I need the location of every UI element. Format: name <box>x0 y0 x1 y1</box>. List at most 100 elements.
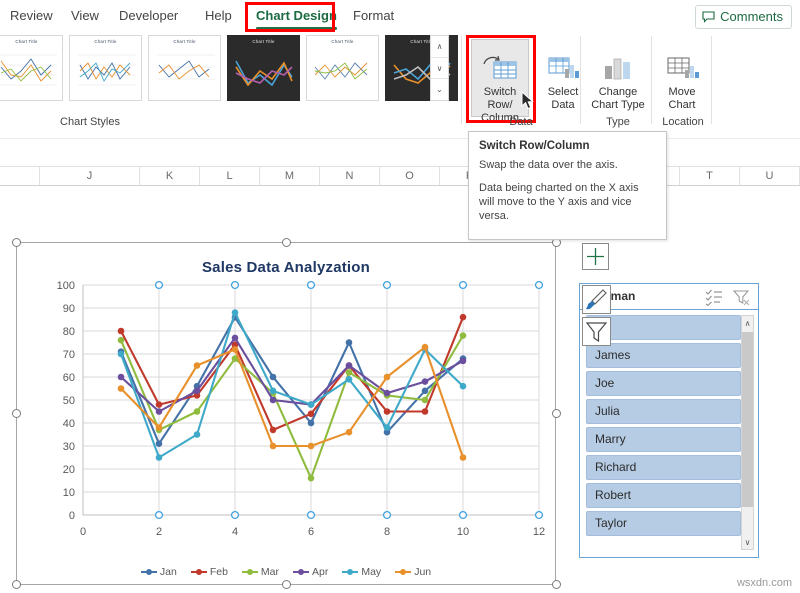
chart-handle-middle-right[interactable] <box>552 409 561 418</box>
legend-swatch <box>293 571 309 573</box>
svg-text:50: 50 <box>63 395 75 407</box>
chart-filters-button[interactable] <box>582 317 611 346</box>
column-header-n[interactable]: N <box>320 167 380 185</box>
list-item[interactable]: Joe <box>586 371 741 396</box>
chart-style-thumbnail[interactable]: Chart Title <box>69 35 142 101</box>
thumb-preview-chart <box>70 45 141 95</box>
clear-filter-icon[interactable] <box>732 288 750 306</box>
legend-item-jun[interactable]: Jun <box>395 566 431 578</box>
chart-style-thumbnail[interactable]: Chart Title <box>148 35 221 101</box>
legend-label: Jun <box>414 566 431 578</box>
tab-label: Developer <box>119 8 178 23</box>
chart-design-tab-highlight <box>245 2 335 32</box>
scroll-up-arrow-icon[interactable]: ∧ <box>742 316 753 330</box>
chart-style-thumbnail[interactable]: Chart Title <box>0 35 63 101</box>
svg-text:0: 0 <box>69 510 75 522</box>
column-header-m[interactable]: M <box>260 167 320 185</box>
chart-styles-gallery[interactable]: Chart Title Chart Title <box>0 35 425 105</box>
tab-label: Format <box>353 8 394 23</box>
gallery-scroll-buttons[interactable]: ∧ ∨ ⌄ <box>430 35 449 101</box>
svg-text:80: 80 <box>63 326 75 338</box>
column-header-l[interactable]: L <box>200 167 260 185</box>
group-label-location: Location <box>650 116 716 128</box>
list-item[interactable]: Richard <box>586 455 741 480</box>
watermark: wsxdn.com <box>737 577 792 589</box>
chart-handle-top-left[interactable] <box>12 238 21 247</box>
thumb-preview-chart <box>149 45 220 95</box>
column-header-u[interactable]: U <box>740 167 800 185</box>
chart-elements-button[interactable] <box>582 243 609 270</box>
select-all-icon[interactable] <box>705 288 723 306</box>
column-header-cell[interactable] <box>0 167 40 185</box>
tooltip-line-2: Data being charted on the X axis will mo… <box>479 181 656 223</box>
gallery-scroll-down-button[interactable]: ∨ <box>431 58 448 80</box>
chart-legend[interactable]: Jan Feb Mar Apr May Jun <box>17 566 555 578</box>
change-chart-type-icon <box>587 41 649 86</box>
select-data-label-line2: Data <box>534 99 592 112</box>
svg-text:100: 100 <box>57 280 75 292</box>
column-header-t[interactable]: T <box>680 167 740 185</box>
svg-text:60: 60 <box>63 372 75 384</box>
switch-row-column-highlight <box>466 35 536 123</box>
list-item[interactable]: Taylor <box>586 511 741 536</box>
svg-text:30: 30 <box>63 441 75 453</box>
chart-styles-brush-icon <box>583 286 610 313</box>
chart-object[interactable]: Sales Data Analyzation 01020304050607080… <box>16 242 556 585</box>
chart-plot-area[interactable]: 0102030405060708090100024681012 <box>17 243 555 584</box>
move-chart-label-line2: Chart <box>653 99 711 112</box>
tab-help[interactable]: Help <box>198 5 239 27</box>
move-chart-button[interactable]: Move Chart <box>653 41 711 112</box>
chart-handle-middle-left[interactable] <box>12 409 21 418</box>
tab-format[interactable]: Format <box>346 5 401 27</box>
ribbon: Chart Title Chart Title <box>0 32 800 131</box>
tab-view[interactable]: View <box>64 5 106 27</box>
chart-handle-top-center[interactable] <box>282 238 291 247</box>
thumb-preview-chart <box>228 45 299 95</box>
column-header-k[interactable]: K <box>140 167 200 185</box>
svg-text:90: 90 <box>63 303 75 315</box>
move-chart-icon <box>653 41 711 86</box>
legend-item-jan[interactable]: Jan <box>141 566 177 578</box>
tab-label: View <box>71 8 99 23</box>
legend-item-may[interactable]: May <box>342 566 381 578</box>
chart-style-thumbnail[interactable]: Chart Title <box>227 35 300 101</box>
comments-button[interactable]: Comments <box>695 5 792 29</box>
svg-text:10: 10 <box>457 526 469 538</box>
change-chart-type-button[interactable]: Change Chart Type <box>587 41 649 112</box>
chart-handle-bottom-right[interactable] <box>552 580 561 589</box>
svg-text:20: 20 <box>63 464 75 476</box>
change-chart-type-label-line1: Change <box>587 86 649 99</box>
select-data-label-line1: Select <box>534 86 592 99</box>
chart-styles-button[interactable] <box>582 285 611 314</box>
gallery-more-button[interactable]: ⌄ <box>431 79 448 100</box>
chart-title[interactable]: Sales Data Analyzation <box>17 259 555 276</box>
filter-name-list[interactable]: b James Joe Julia Marry Richard Robert T… <box>586 315 741 539</box>
legend-item-mar[interactable]: Mar <box>242 566 279 578</box>
tab-review[interactable]: Review <box>3 5 60 27</box>
list-item[interactable]: Julia <box>586 399 741 424</box>
select-data-icon <box>534 41 592 86</box>
filter-list-scrollbar[interactable]: ∧ ∨ <box>741 315 754 550</box>
gallery-scroll-up-button[interactable]: ∧ <box>431 36 448 58</box>
legend-swatch <box>242 571 258 573</box>
list-item[interactable]: Robert <box>586 483 741 508</box>
legend-swatch <box>141 571 157 573</box>
column-header-o[interactable]: O <box>380 167 440 185</box>
legend-swatch <box>395 571 411 573</box>
legend-item-apr[interactable]: Apr <box>293 566 328 578</box>
chart-handle-bottom-center[interactable] <box>282 580 291 589</box>
thumb-title: Chart Title <box>70 39 141 44</box>
svg-text:12: 12 <box>533 526 545 538</box>
tab-developer[interactable]: Developer <box>112 5 185 27</box>
list-item[interactable]: Marry <box>586 427 741 452</box>
chart-handle-bottom-left[interactable] <box>12 580 21 589</box>
legend-item-feb[interactable]: Feb <box>191 566 228 578</box>
scroll-down-arrow-icon[interactable]: ∨ <box>742 535 753 549</box>
legend-label: Feb <box>210 566 228 578</box>
thumb-title: Chart Title <box>149 39 220 44</box>
chart-style-thumbnail[interactable]: Chart Title <box>306 35 379 101</box>
ribbon-divider <box>651 36 652 124</box>
column-header-j[interactable]: J <box>40 167 140 185</box>
select-data-button[interactable]: Select Data <box>534 41 592 112</box>
scrollbar-thumb[interactable] <box>742 332 753 507</box>
